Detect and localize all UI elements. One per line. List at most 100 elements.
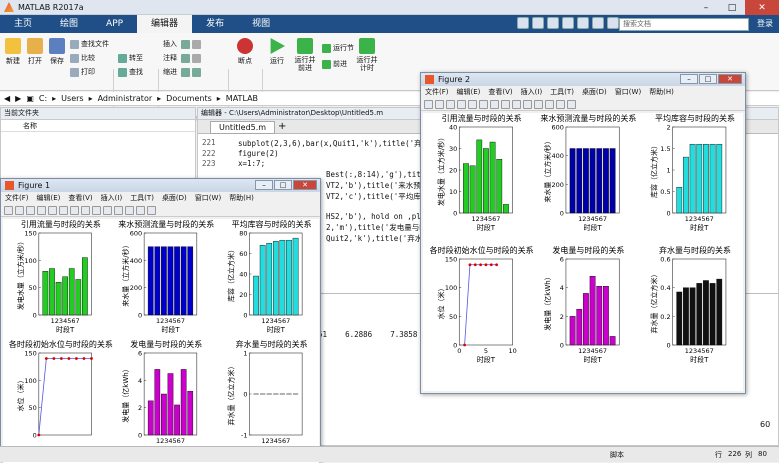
fig1-minimize-button[interactable]: – [255, 180, 273, 190]
tab-0[interactable]: 主页 [0, 15, 46, 33]
menu-item-5[interactable]: 桌面(D) [582, 86, 607, 98]
close-button[interactable]: ✕ [745, 0, 779, 15]
quick-save-icon[interactable] [517, 17, 529, 29]
figure-1-canvas[interactable]: 引用流量与时段的关系 0 50 100 150 发电水量（立方米/秒） 1234567 时段T… [3, 219, 319, 463]
fig2-close-button[interactable]: ✕ [718, 74, 742, 84]
menu-item-1[interactable]: 编辑(E) [37, 192, 61, 204]
print-figure-icon[interactable] [37, 205, 46, 215]
quick-paste-icon[interactable] [562, 17, 574, 29]
line-point-6 [82, 357, 86, 360]
new-tab-icon[interactable]: + [278, 121, 286, 132]
data-cursor-icon[interactable] [103, 205, 112, 215]
zoom-out-icon[interactable] [490, 99, 499, 109]
menu-item-7[interactable]: 帮助(H) [649, 86, 674, 98]
fig1-close-button[interactable]: ✕ [293, 180, 317, 190]
fig1-maximize-button[interactable]: □ [274, 180, 292, 190]
fig2-minimize-button[interactable]: – [680, 74, 698, 84]
path-1[interactable]: Users [61, 94, 83, 103]
forward-icon[interactable]: ▶ [15, 94, 21, 103]
sign-in-link[interactable]: 登录 [757, 18, 773, 29]
figure-2-canvas[interactable]: 引用流量与时段的关系 0 10 20 30 40 发电水量（立方米/秒） 1234567 时段T… [423, 113, 743, 391]
path-2[interactable]: Administrator [98, 94, 153, 103]
pan-icon[interactable] [81, 205, 90, 215]
compare-button[interactable]: 比较 [70, 53, 95, 63]
insert-button[interactable]: 插入 [163, 39, 201, 49]
pan-icon[interactable] [501, 99, 510, 109]
zoom-in-icon[interactable] [479, 99, 488, 109]
help-icon[interactable] [607, 17, 619, 29]
menu-item-3[interactable]: 插入(I) [521, 86, 543, 98]
menu-item-6[interactable]: 窗口(W) [615, 86, 641, 98]
link-icon[interactable] [545, 99, 554, 109]
indent-button[interactable]: 缩进 [163, 67, 201, 77]
save-figure-icon[interactable] [446, 99, 455, 109]
path-4[interactable]: MATLAB [226, 94, 258, 103]
editor-tab[interactable]: Untitled5.m [210, 121, 276, 134]
comment-button[interactable]: 注释 [163, 53, 201, 63]
back-icon[interactable]: ◀ [4, 94, 10, 103]
zoom-in-icon[interactable] [59, 205, 68, 215]
menu-item-3[interactable]: 插入(I) [101, 192, 123, 204]
brush-icon[interactable] [534, 99, 543, 109]
quick-undo-icon[interactable] [577, 17, 589, 29]
goto-button[interactable]: 转至 [118, 53, 143, 63]
up-folder-icon[interactable]: ▣ [26, 94, 34, 103]
brush-icon[interactable] [114, 205, 123, 215]
new-figure-icon[interactable] [4, 205, 13, 215]
find-button[interactable]: 查找 [118, 67, 143, 77]
maximize-button[interactable]: □ [719, 0, 745, 15]
menu-item-5[interactable]: 桌面(D) [162, 192, 187, 204]
data-cursor-icon[interactable] [523, 99, 532, 109]
menu-item-4[interactable]: 工具(T) [550, 86, 574, 98]
menu-item-2[interactable]: 查看(V) [488, 86, 512, 98]
legend-icon[interactable] [147, 205, 156, 215]
legend-icon[interactable] [567, 99, 576, 109]
tab-4[interactable]: 发布 [192, 15, 238, 33]
link-icon[interactable] [125, 205, 134, 215]
pointer-icon[interactable] [48, 205, 57, 215]
tab-3[interactable]: 编辑器 [137, 15, 193, 33]
quick-cut-icon[interactable] [532, 17, 544, 29]
menu-item-0[interactable]: 文件(F) [5, 192, 29, 204]
bar-7 [187, 391, 194, 436]
new-figure-icon[interactable] [424, 99, 433, 109]
save-figure-icon[interactable] [26, 205, 35, 215]
minimize-button[interactable]: – [693, 0, 719, 15]
tab-2[interactable]: APP [92, 15, 137, 33]
print-button[interactable]: 打印 [70, 67, 95, 77]
save-button[interactable]: 保存 [48, 38, 66, 66]
tab-1[interactable]: 绘图 [46, 15, 92, 33]
open-file-icon[interactable] [15, 205, 24, 215]
run-button[interactable]: 运行 [268, 38, 286, 66]
path-0[interactable]: C: [39, 94, 47, 103]
quick-redo-icon[interactable] [592, 17, 604, 29]
quick-copy-icon[interactable] [547, 17, 559, 29]
run-and-advance-button[interactable]: 运行并 前进 [294, 38, 316, 72]
menu-item-1[interactable]: 编辑(E) [457, 86, 481, 98]
menu-item-6[interactable]: 窗口(W) [195, 192, 221, 204]
menu-item-0[interactable]: 文件(F) [425, 86, 449, 98]
name-column-header[interactable]: 名称 [1, 120, 195, 132]
colorbar-icon[interactable] [556, 99, 565, 109]
rotate-icon[interactable] [92, 205, 101, 215]
tab-5[interactable]: 视图 [238, 15, 284, 33]
open-file-icon[interactable] [435, 99, 444, 109]
pointer-icon[interactable] [468, 99, 477, 109]
colorbar-icon[interactable] [136, 205, 145, 215]
path-3[interactable]: Documents [166, 94, 212, 103]
print-figure-icon[interactable] [457, 99, 466, 109]
zoom-out-icon[interactable] [70, 205, 79, 215]
search-documentation-input[interactable]: 搜索文档 [619, 18, 749, 31]
run-section-button[interactable]: 运行节 [322, 43, 354, 53]
new-button[interactable]: 新建 [4, 38, 22, 66]
menu-item-4[interactable]: 工具(T) [130, 192, 154, 204]
advance-button[interactable]: 前进 [322, 59, 347, 69]
run-and-time-button[interactable]: 运行并 计时 [356, 38, 378, 72]
rotate-icon[interactable] [512, 99, 521, 109]
menu-item-7[interactable]: 帮助(H) [229, 192, 254, 204]
find-files-button[interactable]: 查找文件 [70, 39, 109, 49]
open-button[interactable]: 打开 [26, 38, 44, 66]
breakpoints-button[interactable]: 断点 [236, 38, 254, 66]
menu-item-2[interactable]: 查看(V) [68, 192, 92, 204]
fig2-maximize-button[interactable]: □ [699, 74, 717, 84]
